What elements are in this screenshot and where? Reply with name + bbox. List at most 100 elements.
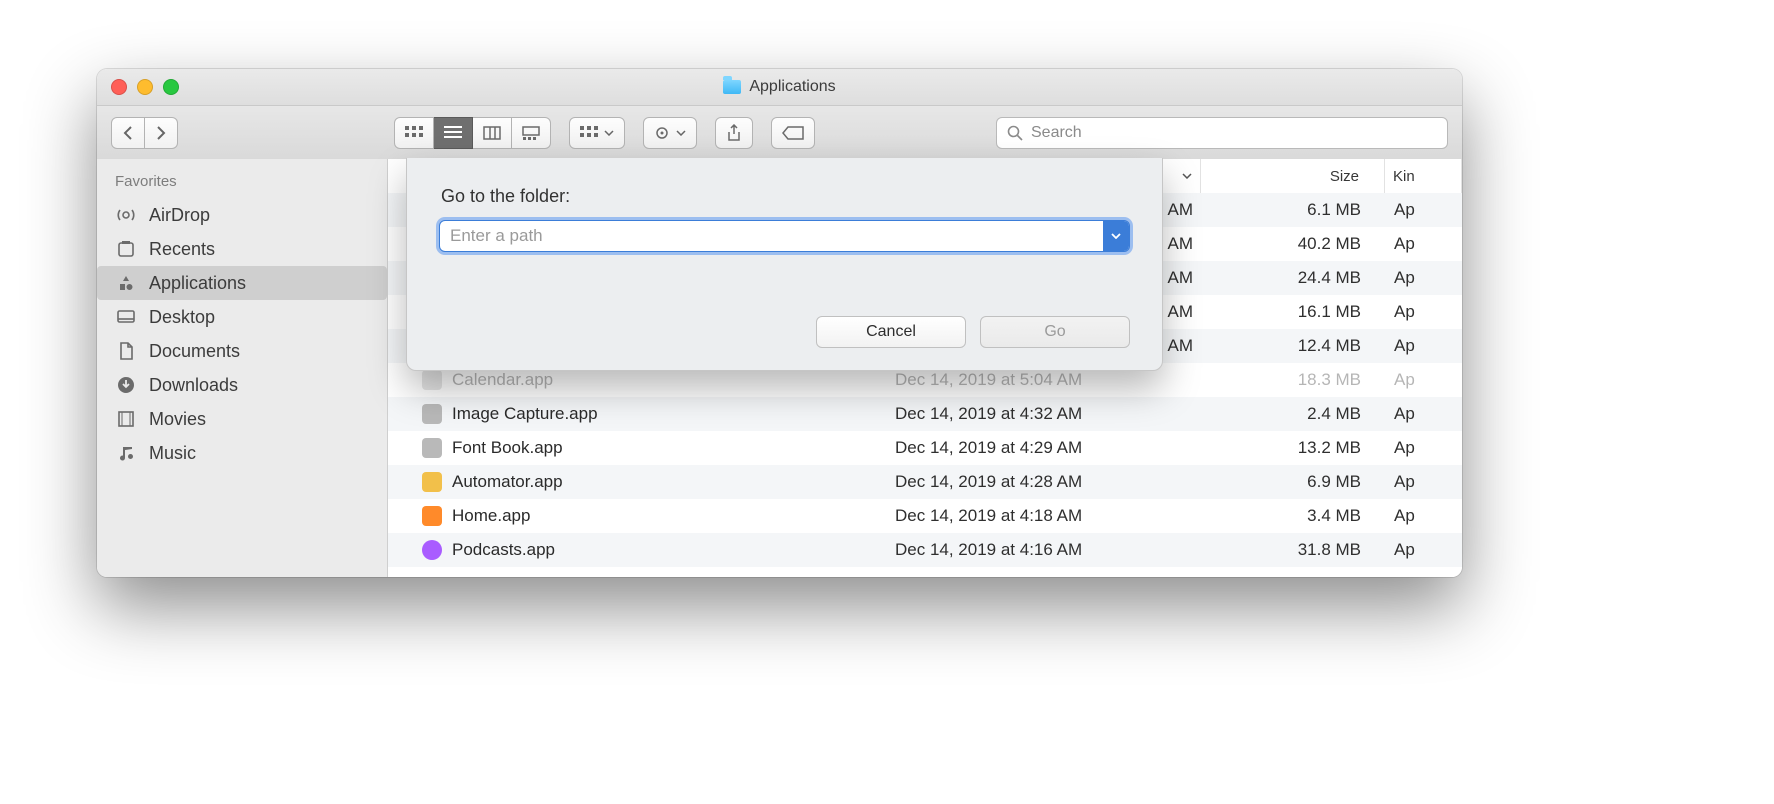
sidebar-item-label: Recents	[149, 239, 215, 260]
go-to-folder-sheet: Go to the folder: Cancel Go	[406, 158, 1163, 371]
file-modified: AM	[1168, 200, 1194, 220]
app-icon	[422, 404, 442, 424]
table-row[interactable]: Image Capture.app Dec 14, 2019 at 4:32 AM…	[388, 397, 1462, 431]
file-kind: Ap	[1394, 472, 1415, 492]
file-size: 16.1 MB	[1298, 302, 1361, 322]
sidebar-item-music[interactable]: Music	[97, 436, 387, 470]
file-kind: Ap	[1394, 234, 1415, 254]
file-size: 18.3 MB	[1298, 370, 1361, 390]
sidebar-heading: Favorites	[97, 169, 387, 198]
share-icon	[726, 124, 742, 142]
sidebar-item-label: Desktop	[149, 307, 215, 328]
apps-icon	[115, 272, 137, 294]
app-icon	[422, 506, 442, 526]
file-name: Image Capture.app	[452, 404, 598, 424]
column-view-button[interactable]	[473, 117, 512, 149]
file-kind: Ap	[1394, 336, 1415, 356]
table-row[interactable]: Font Book.appDec 14, 2019 at 4:29 AM13.2…	[388, 431, 1462, 465]
path-history-dropdown[interactable]	[1103, 221, 1129, 251]
file-modified: Dec 14, 2019 at 4:28 AM	[895, 472, 1082, 492]
sidebar-item-label: AirDrop	[149, 205, 210, 226]
file-size: 12.4 MB	[1298, 336, 1361, 356]
movies-icon	[115, 408, 137, 430]
recents-icon	[115, 238, 137, 260]
app-icon	[422, 472, 442, 492]
column-kind[interactable]: Kin	[1385, 159, 1462, 193]
file-size: 3.4 MB	[1307, 506, 1361, 526]
action-menu-button[interactable]	[643, 117, 697, 149]
file-name: Home.app	[452, 506, 530, 526]
file-size: 6.9 MB	[1307, 472, 1361, 492]
file-kind: Ap	[1394, 370, 1415, 390]
go-to-folder-label: Go to the folder:	[441, 186, 570, 207]
file-modified: AM	[1168, 302, 1194, 322]
forward-button[interactable]	[145, 117, 178, 149]
nav-buttons	[111, 117, 178, 149]
sidebar-item-airdrop[interactable]: AirDrop	[97, 198, 387, 232]
file-modified: AM	[1168, 336, 1194, 356]
view-switcher	[394, 117, 551, 149]
sidebar-item-desktop[interactable]: Desktop	[97, 300, 387, 334]
table-row[interactable]: Podcasts.app Dec 14, 2019 at 4:16 AM 31.8 …	[388, 533, 1462, 567]
file-size: 6.1 MB	[1307, 200, 1361, 220]
share-button[interactable]	[715, 117, 753, 149]
file-kind: Ap	[1394, 268, 1415, 288]
sidebar-item-applications[interactable]: Applications	[97, 266, 387, 300]
go-button[interactable]: Go	[980, 316, 1130, 348]
gear-icon	[654, 125, 670, 141]
file-kind: Ap	[1394, 438, 1415, 458]
file-modified: Dec 14, 2019 at 4:18 AM	[895, 506, 1082, 526]
sidebar-item-label: Downloads	[149, 375, 238, 396]
file-size: 13.2 MB	[1298, 438, 1361, 458]
group-by-button[interactable]	[569, 117, 625, 149]
file-kind: Ap	[1394, 540, 1415, 560]
file-modified: Dec 14, 2019 at 4:16 AM	[895, 540, 1082, 560]
file-name: Font Book.app	[452, 438, 563, 458]
file-size: 2.4 MB	[1307, 404, 1361, 424]
window-title: Applications	[97, 78, 1462, 96]
app-icon	[422, 370, 442, 390]
finder-window: Applications	[97, 69, 1462, 577]
file-name: Automator.app	[452, 472, 563, 492]
sidebar: Favorites AirDrop Recents Applications Desk…	[97, 159, 388, 577]
chevron-down-icon	[604, 130, 614, 136]
cancel-button[interactable]: Cancel	[816, 316, 966, 348]
go-to-folder-input[interactable]	[439, 220, 1130, 252]
sidebar-item-recents[interactable]: Recents	[97, 232, 387, 266]
gallery-view-button[interactable]	[512, 117, 551, 149]
list-view-button[interactable]	[434, 117, 473, 149]
icon-view-button[interactable]	[394, 117, 434, 149]
sidebar-item-documents[interactable]: Documents	[97, 334, 387, 368]
file-modified: Dec 14, 2019 at 5:04 AM	[895, 370, 1082, 390]
file-modified: AM	[1168, 268, 1194, 288]
file-kind: Ap	[1394, 404, 1415, 424]
file-modified: Dec 14, 2019 at 4:32 AM	[895, 404, 1082, 424]
sidebar-item-label: Movies	[149, 409, 206, 430]
file-size: 31.8 MB	[1298, 540, 1361, 560]
sidebar-item-movies[interactable]: Movies	[97, 402, 387, 436]
music-icon	[115, 442, 137, 464]
tags-button[interactable]	[771, 117, 815, 149]
file-kind: Ap	[1394, 200, 1415, 220]
app-icon	[422, 540, 442, 560]
file-name: Podcasts.app	[452, 540, 555, 560]
file-kind: Ap	[1394, 302, 1415, 322]
search-icon	[1007, 125, 1023, 141]
search-field[interactable]: Search	[996, 117, 1448, 149]
folder-icon	[723, 80, 741, 94]
chevron-down-icon	[676, 130, 686, 136]
chevron-down-icon	[1182, 173, 1192, 179]
table-row[interactable]: Home.appDec 14, 2019 at 4:18 AM3.4 MBAp	[388, 499, 1462, 533]
file-size: 24.4 MB	[1298, 268, 1361, 288]
column-size[interactable]: Size	[1201, 159, 1385, 193]
titlebar: Applications	[97, 69, 1462, 106]
sidebar-item-label: Applications	[149, 273, 246, 294]
desktop-icon	[115, 306, 137, 328]
back-button[interactable]	[111, 117, 145, 149]
file-modified: AM	[1168, 234, 1194, 254]
file-size: 40.2 MB	[1298, 234, 1361, 254]
downloads-icon	[115, 374, 137, 396]
file-name: Calendar.app	[452, 370, 553, 390]
table-row[interactable]: Automator.app Dec 14, 2019 at 4:28 AM 6.9 …	[388, 465, 1462, 499]
sidebar-item-downloads[interactable]: Downloads	[97, 368, 387, 402]
